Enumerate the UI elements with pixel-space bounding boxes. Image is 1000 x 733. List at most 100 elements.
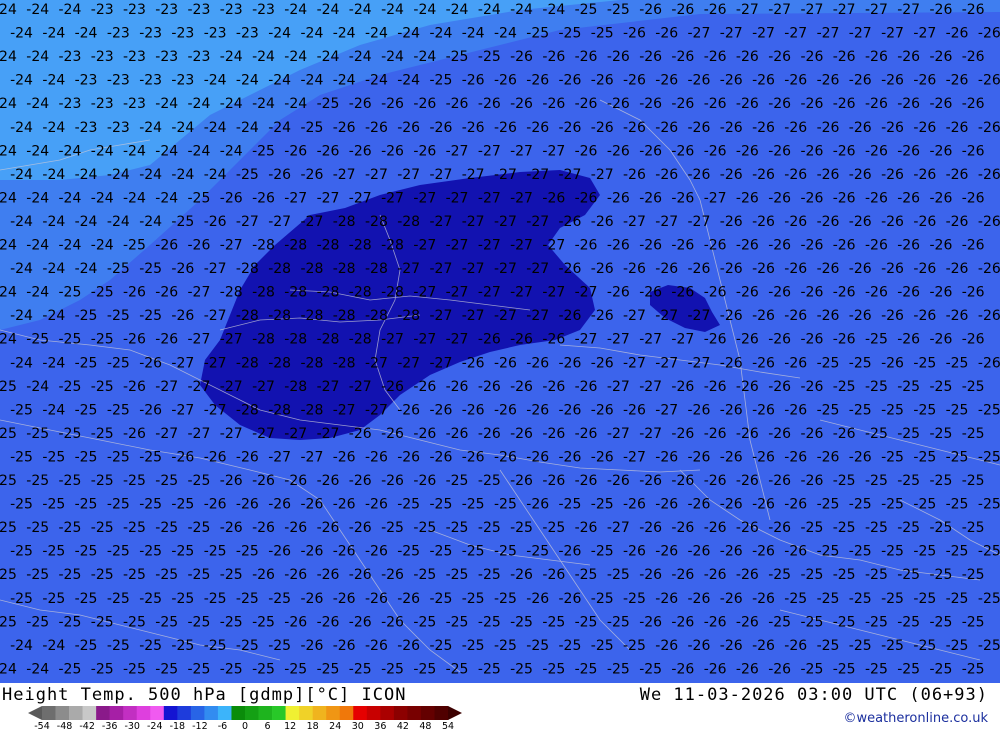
contour-label: -26 <box>526 355 549 371</box>
contour-label: -26 <box>655 26 678 42</box>
contour-label: -25 <box>317 96 340 112</box>
contour-label: -24 <box>107 167 130 183</box>
contour-label: -26 <box>510 96 533 112</box>
contour-label: -26 <box>204 450 227 466</box>
credit-link[interactable]: ©weatheronline.co.uk <box>843 711 988 726</box>
contour-label: -23 <box>204 26 227 42</box>
contour-label: -26 <box>720 402 743 418</box>
contour-label: -24 <box>26 238 49 254</box>
contour-label: -24 <box>268 26 291 42</box>
contour-label: -24 <box>59 2 82 18</box>
contour-label: -24 <box>333 26 356 42</box>
contour-label: -26 <box>381 567 404 583</box>
contour-label: -26 <box>139 402 162 418</box>
contour-label: -26 <box>913 167 936 183</box>
contour-label: -26 <box>333 450 356 466</box>
contour-label: -25 <box>91 379 114 395</box>
contour-label: -27 <box>220 379 243 395</box>
contour-label: -26 <box>752 638 775 654</box>
contour-label: -25 <box>559 638 582 654</box>
contour-label: -25 <box>26 614 49 630</box>
contour-label: -25 <box>59 520 82 536</box>
contour-label: -25 <box>204 638 227 654</box>
contour-label: -27 <box>542 285 565 301</box>
contour-label: -26 <box>607 473 630 489</box>
contour-label: -26 <box>268 544 291 560</box>
contour-label: -24 <box>139 167 162 183</box>
scale-swatch <box>366 706 381 720</box>
contour-label: -26 <box>607 49 630 65</box>
contour-label: -26 <box>720 497 743 513</box>
scale-tick-label: -36 <box>101 721 118 732</box>
contour-label: -26 <box>671 473 694 489</box>
contour-label: -26 <box>962 332 985 348</box>
contour-label: -26 <box>542 332 565 348</box>
contour-label: -24 <box>349 49 372 65</box>
contour-label: -26 <box>752 214 775 230</box>
contour-label: -24 <box>413 2 436 18</box>
scale-tick-label: 18 <box>306 721 319 732</box>
contour-label: -24 <box>59 190 82 206</box>
contour-label: -26 <box>349 520 372 536</box>
contour-label: -25 <box>155 614 178 630</box>
contour-label: -25 <box>494 638 517 654</box>
contour-label: -25 <box>881 402 904 418</box>
contour-label: -26 <box>736 190 759 206</box>
contour-label: -25 <box>462 497 485 513</box>
contour-label: -25 <box>784 591 807 607</box>
contour-label: -26 <box>478 426 501 442</box>
contour-label: -26 <box>155 332 178 348</box>
contour-label: -25 <box>75 450 98 466</box>
contour-label: -25 <box>155 567 178 583</box>
scale-swatch <box>231 706 246 720</box>
contour-label: -24 <box>317 49 340 65</box>
contour-label: -27 <box>623 214 646 230</box>
contour-label: -26 <box>494 120 517 136</box>
contour-label: -25 <box>494 497 517 513</box>
contour-label: -25 <box>801 520 824 536</box>
contour-label: -27 <box>559 167 582 183</box>
contour-label: -26 <box>639 520 662 536</box>
contour-label: -27 <box>462 167 485 183</box>
contour-label: -24 <box>26 285 49 301</box>
contour-label: -26 <box>946 261 969 277</box>
contour-label: -26 <box>123 285 146 301</box>
contour-label: -26 <box>381 426 404 442</box>
contour-label: -26 <box>978 355 1000 371</box>
contour-label: -28 <box>268 402 291 418</box>
contour-label: -26 <box>736 143 759 159</box>
contour-label: -27 <box>446 190 469 206</box>
contour-label: -25 <box>42 497 65 513</box>
contour-label: -26 <box>930 238 953 254</box>
contour-label: -25 <box>171 544 194 560</box>
contour-label: -25 <box>446 473 469 489</box>
contour-label: -25 <box>930 614 953 630</box>
contour-label: -26 <box>704 567 727 583</box>
contour-label: -26 <box>817 214 840 230</box>
contour-label: -26 <box>930 190 953 206</box>
contour-label: -25 <box>107 355 130 371</box>
contour-label: -26 <box>817 120 840 136</box>
contour-label: -27 <box>768 2 791 18</box>
contour-label: -25 <box>478 520 501 536</box>
scale-swatch <box>258 706 273 720</box>
scale-swatch <box>407 706 422 720</box>
contour-label: -25 <box>897 520 920 536</box>
contour-label: -25 <box>10 497 33 513</box>
contour-label: -26 <box>317 567 340 583</box>
contour-label: -24 <box>0 285 17 301</box>
contour-label: -26 <box>736 379 759 395</box>
contour-label: -25 <box>139 308 162 324</box>
contour-label: -24 <box>10 214 33 230</box>
contour-label: -24 <box>42 214 65 230</box>
contour-label: -26 <box>510 567 533 583</box>
contour-label: -26 <box>978 308 1000 324</box>
contour-label: -27 <box>236 214 259 230</box>
contour-label: -28 <box>349 332 372 348</box>
contour-label: -26 <box>978 73 1000 89</box>
contour-label: -26 <box>284 520 307 536</box>
contour-label: -26 <box>946 308 969 324</box>
contour-label: -26 <box>768 190 791 206</box>
contour-label: -24 <box>0 143 17 159</box>
contour-label: -26 <box>397 120 420 136</box>
